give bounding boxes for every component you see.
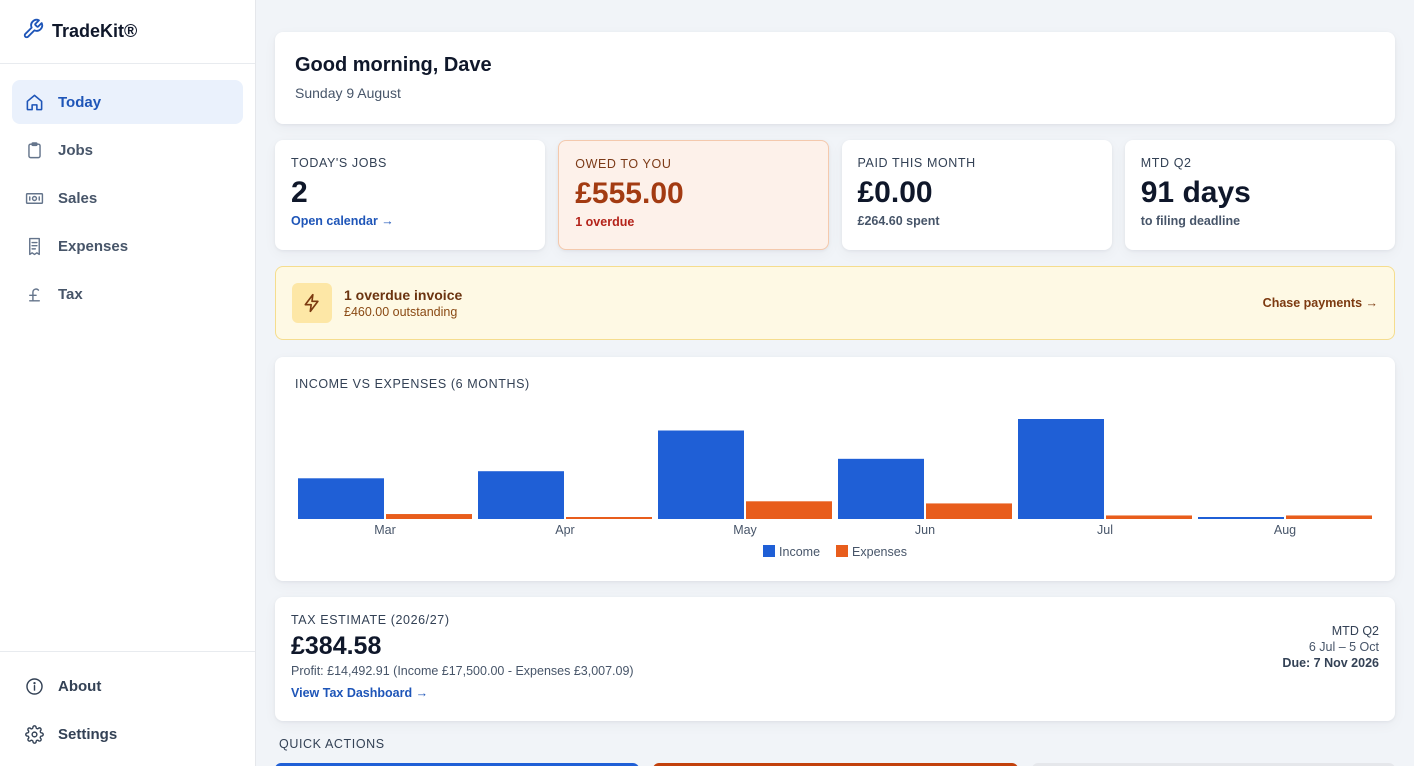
stat-label: TODAY'S JOBS [291, 156, 387, 170]
tax-period-label: MTD Q2 [1331, 624, 1379, 638]
sidebar-bottom-nav: About Settings [0, 651, 255, 766]
x-tick-label: Jul [1097, 523, 1113, 537]
wrench-icon [22, 18, 52, 45]
legend-swatch-income [763, 545, 776, 557]
greeting-title: Good morning, Dave [295, 54, 492, 76]
bar-expenses-apr[interactable] [566, 517, 652, 519]
stat-value: 2 [291, 176, 308, 209]
greeting-card: Good morning, Dave Sunday 9 August [275, 32, 1395, 124]
stat-value: £555.00 [575, 177, 684, 210]
brand[interactable]: TradeKit® [0, 0, 255, 64]
sidebar: TradeKit® Today Jobs Sales Expenses Tax … [0, 0, 256, 766]
legend-income: Income [763, 545, 820, 559]
main-content: Good morning, Dave Sunday 9 August TODAY… [275, 32, 1395, 751]
bar-expenses-aug[interactable] [1286, 515, 1372, 519]
sidebar-item-sales[interactable]: Sales [12, 176, 243, 220]
sidebar-item-jobs[interactable]: Jobs [12, 128, 243, 172]
bar-expenses-jun[interactable] [926, 503, 1012, 519]
sidebar-item-label: About [58, 677, 102, 695]
bar-income-may[interactable] [658, 430, 744, 519]
home-icon [24, 92, 44, 112]
tax-period: MTD Q2 6 Jul – 5 Oct Due: 7 Nov 2026 [1282, 623, 1379, 671]
gear-icon [24, 724, 44, 744]
banknote-icon [24, 188, 44, 208]
chart-canvas: Mar Apr May Jun Jul Aug [298, 419, 1372, 537]
view-tax-dashboard-link[interactable]: View Tax Dashboard → [291, 686, 428, 700]
x-tick-label: Apr [555, 523, 574, 537]
stat-mtd-q2[interactable]: MTD Q2 91 days to filing deadline [1124, 140, 1395, 250]
main-nav: Today Jobs Sales Expenses Tax [0, 64, 255, 336]
sidebar-item-tax[interactable]: Tax [12, 272, 243, 316]
stat-todays-jobs[interactable]: TODAY'S JOBS 2 Open calendar → [275, 140, 546, 250]
app-name: TradeKit® [52, 21, 138, 41]
bar-expenses-may[interactable] [746, 501, 832, 519]
sidebar-item-today[interactable]: Today [12, 80, 243, 124]
sidebar-item-expenses[interactable]: Expenses [12, 224, 243, 268]
tax-due-date: Due: 7 Nov 2026 [1282, 656, 1379, 670]
chart-title: INCOME VS EXPENSES (6 MONTHS) [295, 377, 530, 391]
bar-income-mar[interactable] [298, 478, 384, 519]
chase-payments-link[interactable]: Chase payments → [1263, 296, 1378, 310]
open-calendar-link[interactable]: Open calendar → [291, 214, 529, 228]
tax-value: £384.58 [291, 632, 382, 660]
tax-estimate-card: TAX ESTIMATE (2026/27) £384.58 Profit: £… [275, 597, 1395, 721]
tax-label: TAX ESTIMATE (2026/27) [291, 613, 450, 627]
x-tick-label: Aug [1274, 523, 1296, 537]
lightning-icon [292, 283, 332, 323]
pound-icon [24, 284, 44, 304]
sidebar-item-settings[interactable]: Settings [12, 712, 243, 756]
alert-title: 1 overdue invoice [344, 287, 463, 303]
stat-paid-this-month[interactable]: PAID THIS MONTH £0.00 £264.60 spent [841, 140, 1112, 250]
sidebar-item-label: Jobs [58, 141, 94, 159]
overdue-alert: 1 overdue invoice £460.00 outstanding Ch… [275, 266, 1395, 340]
legend-expenses-label: Expenses [852, 545, 907, 559]
sidebar-item-about[interactable]: About [12, 664, 243, 708]
info-icon [24, 676, 44, 696]
legend-expenses: Expenses [836, 545, 907, 559]
stats-row: TODAY'S JOBS 2 Open calendar → OWED TO Y… [275, 140, 1395, 250]
bar-income-jun[interactable] [838, 458, 924, 519]
stat-sub: to filing deadline [1140, 214, 1241, 228]
stat-sub: £264.60 spent [857, 214, 940, 228]
sidebar-item-label: Today [58, 93, 102, 111]
sidebar-item-label: Sales [58, 189, 98, 207]
stat-label: MTD Q2 [1140, 156, 1192, 170]
stat-label: PAID THIS MONTH [857, 156, 976, 170]
receipt-icon [24, 236, 44, 256]
stat-owed-to-you[interactable]: OWED TO YOU £555.00 1 overdue [558, 140, 829, 250]
x-tick-label: Mar [374, 523, 396, 537]
chart-legend: Income Expenses [275, 545, 1395, 559]
x-tick-label: May [733, 523, 757, 537]
tax-profit: Profit: £14,492.91 (Income £17,500.00 - … [291, 664, 634, 678]
tax-period-range: 6 Jul – 5 Oct [1308, 640, 1379, 654]
clipboard-icon [24, 140, 44, 160]
stat-value: 91 days [1140, 176, 1251, 209]
greeting-date: Sunday 9 August [295, 85, 401, 101]
bar-income-aug[interactable] [1198, 517, 1284, 519]
bar-expenses-mar[interactable] [386, 514, 472, 519]
stat-sub: 1 overdue [575, 215, 635, 229]
bar-income-apr[interactable] [478, 471, 564, 519]
stat-label: OWED TO YOU [575, 157, 672, 171]
alert-subtitle: £460.00 outstanding [344, 305, 458, 319]
bar-income-jul[interactable] [1018, 419, 1104, 519]
x-tick-label: Jun [915, 523, 935, 537]
sidebar-item-label: Settings [58, 725, 118, 743]
sidebar-item-label: Expenses [58, 237, 129, 255]
legend-swatch-expenses [836, 545, 849, 557]
bar-expenses-jul[interactable] [1106, 515, 1192, 519]
income-expenses-chart: INCOME VS EXPENSES (6 MONTHS) Mar Apr May J… [275, 357, 1395, 581]
quick-actions-title: QUICK ACTIONS [279, 737, 385, 751]
legend-income-label: Income [779, 545, 821, 559]
sidebar-item-label: Tax [58, 285, 83, 303]
stat-value: £0.00 [857, 176, 933, 209]
